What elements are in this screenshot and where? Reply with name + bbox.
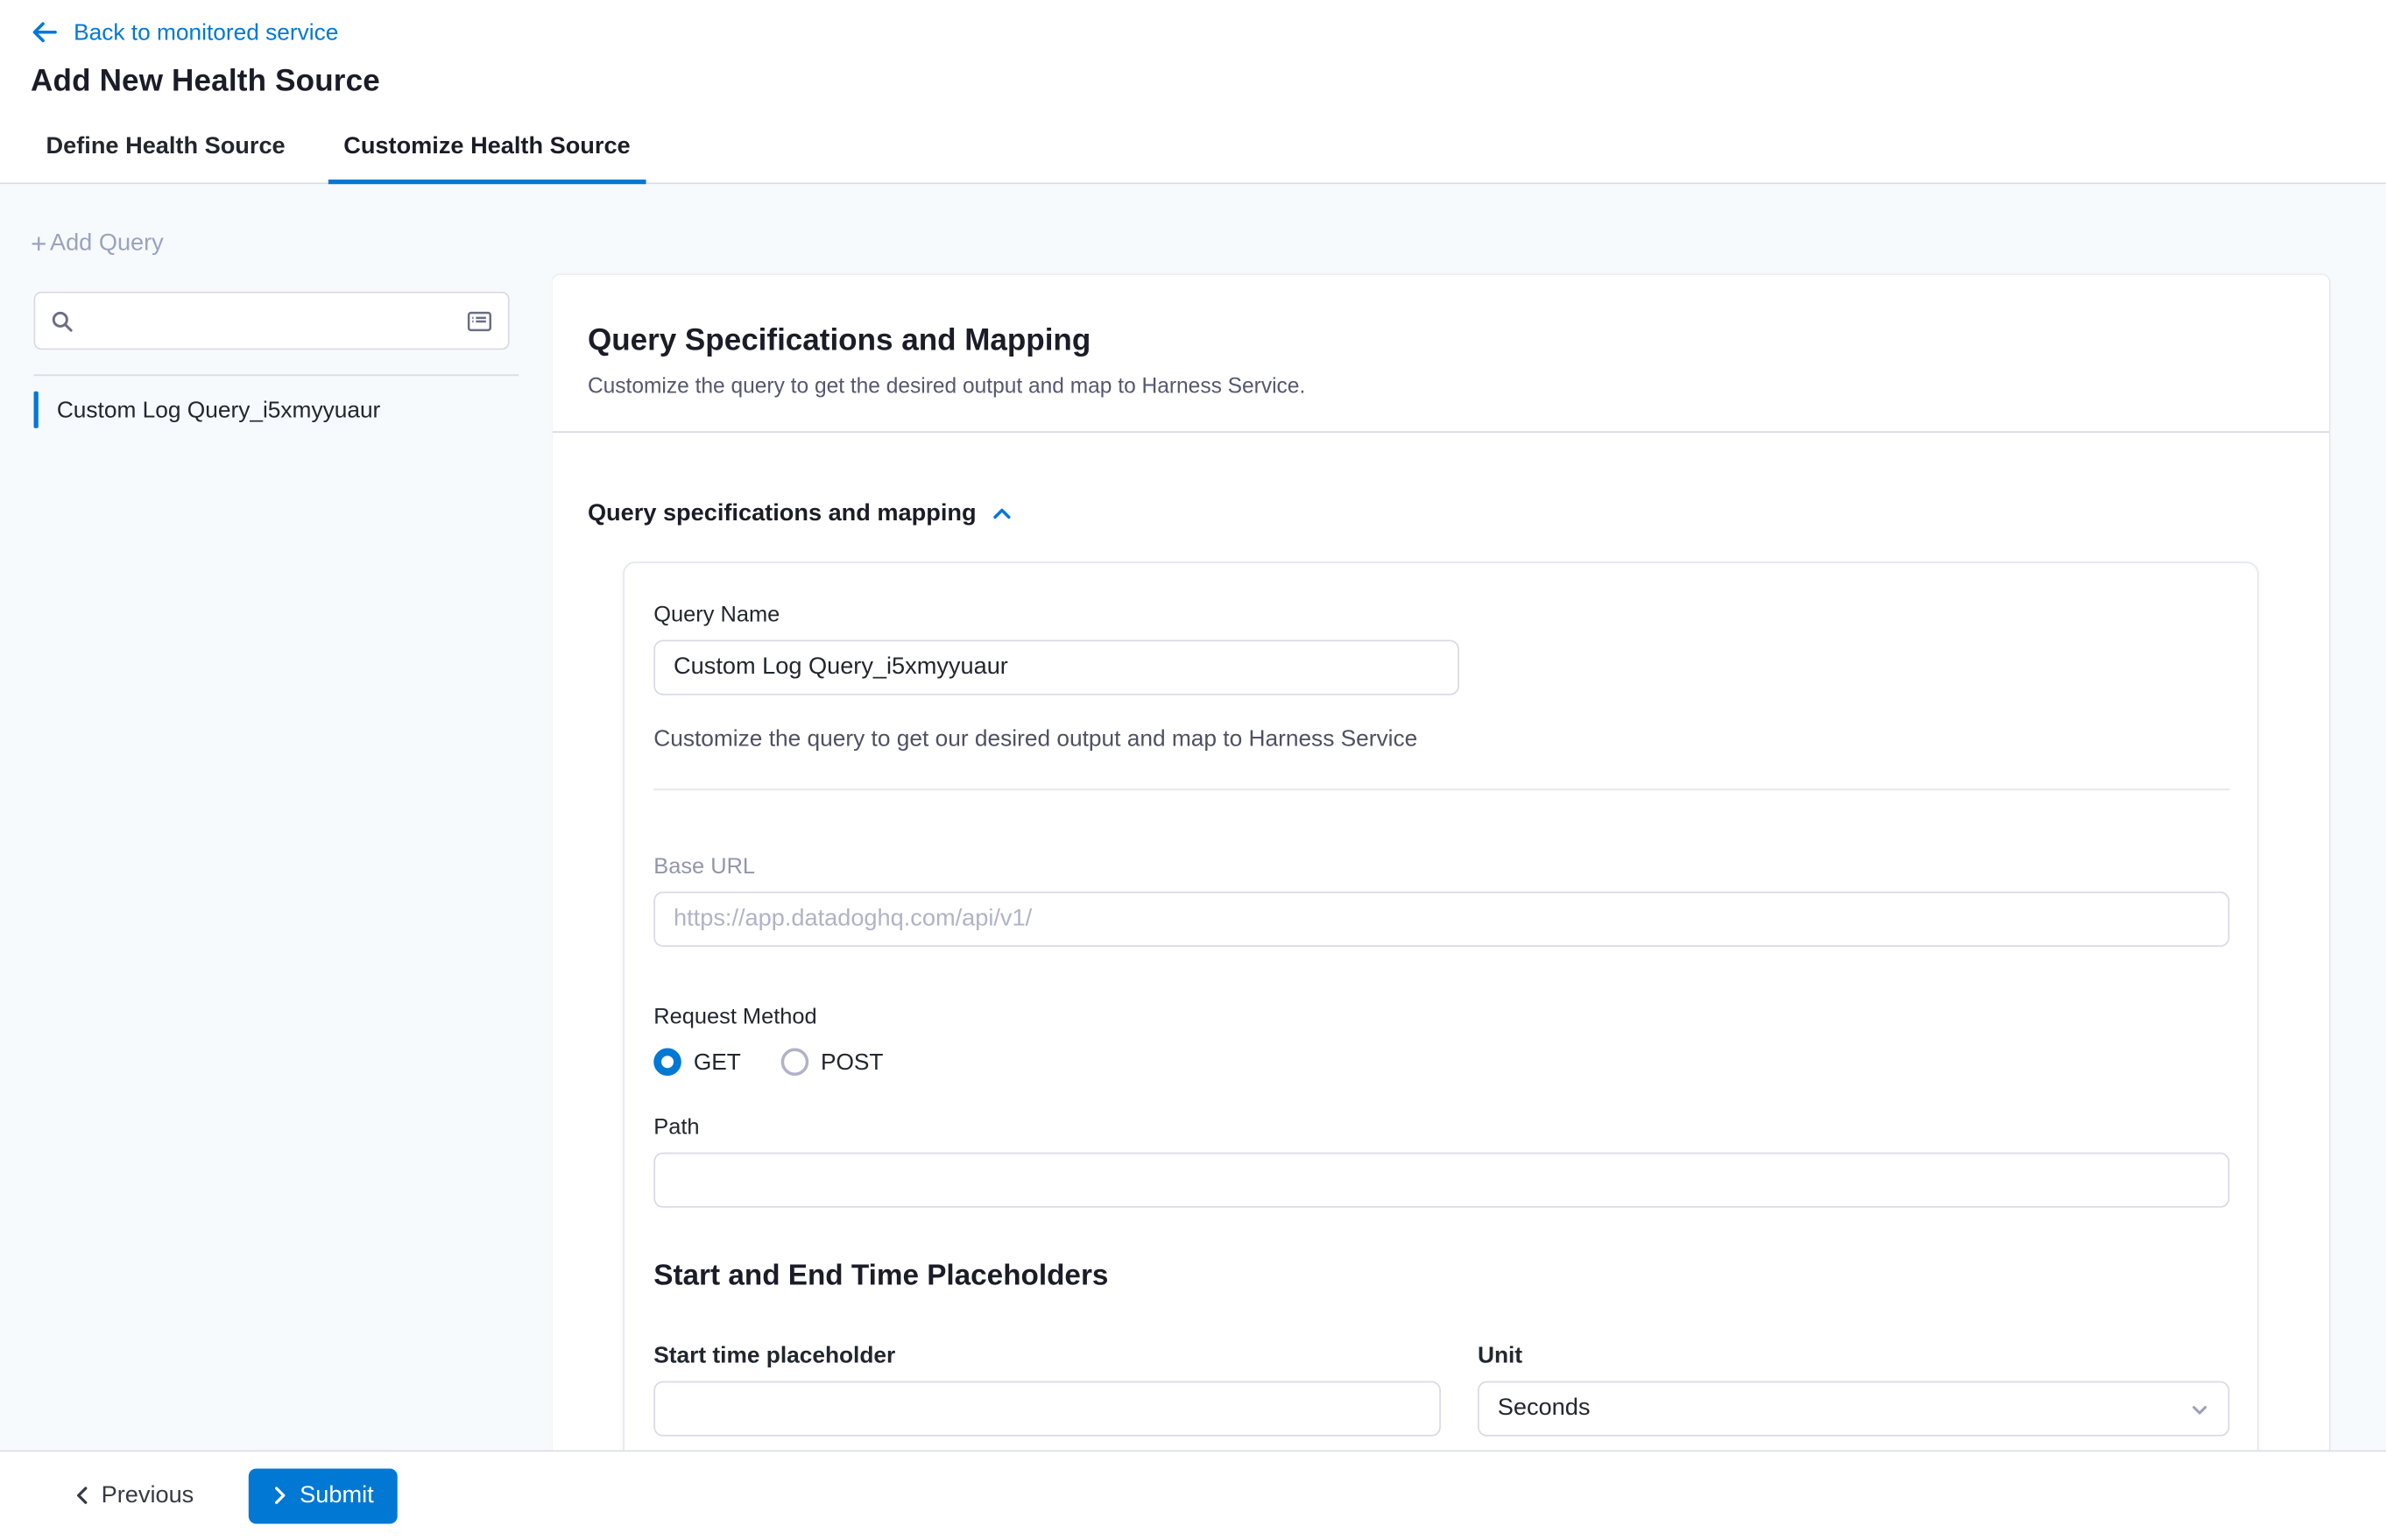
add-query-button[interactable]: + Add Query xyxy=(31,230,553,258)
query-item-label: Custom Log Query_i5xmyyuaur xyxy=(57,397,381,423)
placeholders-heading: Start and End Time Placeholders xyxy=(653,1260,2229,1294)
tab-bar: Define Health Source Customize Health So… xyxy=(0,118,2386,184)
radio-option-get[interactable]: GET xyxy=(653,1048,741,1076)
panel-body: Query specifications and mapping Query N… xyxy=(553,500,2330,1450)
query-mapping-card: Query Name Customize the query to get ou… xyxy=(623,562,2258,1450)
divider xyxy=(653,788,2229,790)
list-view-toggle-icon[interactable] xyxy=(467,309,493,332)
radio-option-post[interactable]: POST xyxy=(780,1048,883,1076)
radio-get-label: GET xyxy=(694,1049,741,1075)
query-name-label: Query Name xyxy=(653,603,2229,627)
path-input[interactable] xyxy=(653,1153,2229,1208)
request-method-label: Request Method xyxy=(653,1005,2229,1029)
query-search-box[interactable] xyxy=(34,292,510,350)
panel-header: Query Specifications and Mapping Customi… xyxy=(553,275,2330,433)
content-area: + Add Query Custom Log Query_i5xmyyuaur xyxy=(0,184,2386,1450)
radio-get-icon[interactable] xyxy=(653,1048,681,1076)
app-window: Back to monitored service Add New Health… xyxy=(0,0,2386,1539)
page-title: Add New Health Source xyxy=(31,65,2355,118)
previous-button-label: Previous xyxy=(102,1481,194,1509)
start-time-input[interactable] xyxy=(653,1381,1441,1437)
start-time-field: Start time placeholder xyxy=(653,1343,1441,1437)
radio-post-label: POST xyxy=(821,1049,884,1075)
radio-post-icon[interactable] xyxy=(780,1048,808,1076)
footer-bar: Previous Submit xyxy=(0,1450,2386,1539)
search-input[interactable] xyxy=(86,307,454,335)
chevron-right-icon xyxy=(272,1486,289,1506)
section-toggle[interactable]: Query specifications and mapping xyxy=(588,500,2294,528)
previous-button[interactable]: Previous xyxy=(74,1481,194,1509)
add-query-label: Add Query xyxy=(50,230,164,258)
tab-customize-health-source[interactable]: Customize Health Source xyxy=(328,133,646,182)
path-label: Path xyxy=(653,1116,2229,1141)
request-method-radio-group: GET POST xyxy=(653,1048,2229,1076)
placeholders-row: Start time placeholder Unit Seconds xyxy=(653,1343,2229,1437)
search-icon xyxy=(51,309,74,332)
unit-select[interactable]: Seconds xyxy=(1478,1381,2229,1437)
chevron-down-icon xyxy=(2190,1399,2210,1419)
submit-button-label: Submit xyxy=(300,1481,374,1509)
main-area: Query Specifications and Mapping Customi… xyxy=(553,184,2386,1450)
back-arrow-icon xyxy=(31,18,59,46)
query-name-help: Customize the query to get our desired o… xyxy=(653,726,2229,752)
start-time-label: Start time placeholder xyxy=(653,1343,1441,1369)
section-title: Query specifications and mapping xyxy=(588,500,977,528)
active-query-indicator xyxy=(34,392,39,428)
panel-subtitle: Customize the query to get the desired o… xyxy=(588,373,2292,398)
query-spec-panel: Query Specifications and Mapping Customi… xyxy=(553,275,2330,1451)
back-link-label[interactable]: Back to monitored service xyxy=(74,19,338,46)
chevron-up-icon[interactable] xyxy=(992,504,1013,526)
plus-icon: + xyxy=(31,230,46,258)
submit-button[interactable]: Submit xyxy=(249,1468,397,1523)
base-url-label: Base URL xyxy=(653,855,2229,879)
query-list-item[interactable]: Custom Log Query_i5xmyyuaur xyxy=(34,385,519,434)
query-sidebar: + Add Query Custom Log Query_i5xmyyuaur xyxy=(0,184,553,1450)
panel-title: Query Specifications and Mapping xyxy=(588,324,2292,359)
unit-label: Unit xyxy=(1478,1343,2229,1369)
tab-define-health-source[interactable]: Define Health Source xyxy=(31,133,300,182)
query-list: Custom Log Query_i5xmyyuaur xyxy=(34,374,519,434)
query-name-input[interactable] xyxy=(653,640,1459,696)
chevron-left-icon xyxy=(74,1486,90,1506)
base-url-input[interactable] xyxy=(653,892,2229,947)
back-link[interactable]: Back to monitored service xyxy=(31,16,2355,50)
unit-field: Unit Seconds xyxy=(1478,1343,2229,1437)
unit-select-value: Seconds xyxy=(1498,1395,1591,1423)
page-header: Back to monitored service Add New Health… xyxy=(0,0,2386,118)
